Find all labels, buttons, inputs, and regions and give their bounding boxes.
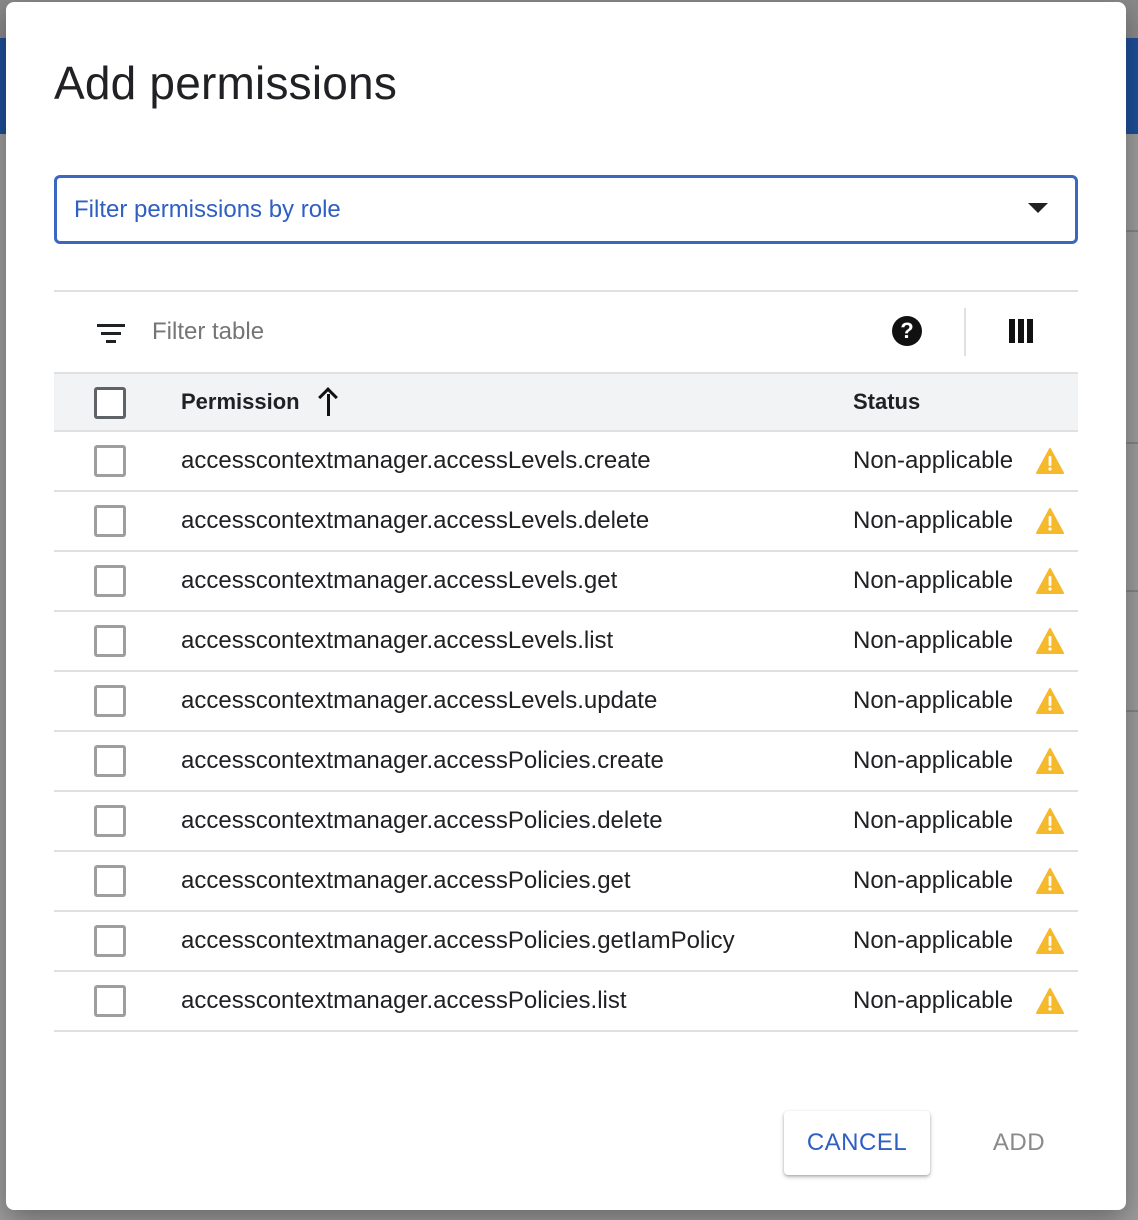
- filter-list-icon[interactable]: [96, 324, 126, 344]
- warning-icon: [1036, 568, 1064, 594]
- row-checkbox[interactable]: [94, 925, 126, 957]
- backdrop-divider: [1126, 590, 1138, 592]
- status-text: Non-applicable: [853, 987, 1014, 1014]
- status-text: Non-applicable: [853, 627, 1014, 654]
- backdrop-divider: [1126, 442, 1138, 444]
- table-body: accesscontextmanager.accessLevels.create…: [54, 432, 1078, 1032]
- row-checkbox[interactable]: [94, 865, 126, 897]
- status-text: Non-applicable: [853, 687, 1014, 714]
- table-row[interactable]: accesscontextmanager.accessPolicies.dele…: [54, 792, 1078, 852]
- warning-icon: [1036, 448, 1064, 474]
- permission-name: accesscontextmanager.accessPolicies.getI…: [181, 927, 735, 954]
- permission-name: accesscontextmanager.accessLevels.create: [181, 447, 651, 474]
- status-text: Non-applicable: [853, 747, 1014, 774]
- status-text: Non-applicable: [853, 867, 1014, 894]
- warning-icon: [1036, 628, 1064, 654]
- row-checkbox[interactable]: [94, 805, 126, 837]
- filter-table-input[interactable]: [152, 312, 652, 352]
- table-row[interactable]: accesscontextmanager.accessLevels.list No…: [54, 612, 1078, 672]
- warning-icon: [1036, 868, 1064, 894]
- sort-ascending-icon[interactable]: [316, 387, 342, 416]
- column-header-status: Status: [853, 389, 921, 414]
- status-text: Non-applicable: [853, 567, 1014, 594]
- role-filter-label: Filter permissions by role: [74, 195, 341, 223]
- role-filter-select[interactable]: Filter permissions by role: [54, 175, 1078, 244]
- row-checkbox[interactable]: [94, 565, 126, 597]
- warning-icon: [1036, 928, 1064, 954]
- status-text: Non-applicable: [853, 927, 1014, 954]
- table-row[interactable]: accesscontextmanager.accessLevels.update…: [54, 672, 1078, 732]
- status-text: Non-applicable: [853, 807, 1014, 834]
- permission-name: accesscontextmanager.accessPolicies.get: [181, 867, 631, 894]
- column-display-icon[interactable]: [1009, 319, 1034, 343]
- row-checkbox[interactable]: [94, 745, 126, 777]
- table-row[interactable]: accesscontextmanager.accessPolicies.list…: [54, 972, 1078, 1032]
- row-checkbox[interactable]: [94, 685, 126, 717]
- row-checkbox[interactable]: [94, 445, 126, 477]
- backdrop-divider: [1126, 710, 1138, 712]
- add-permissions-dialog: Add permissions Filter permissions by ro…: [6, 2, 1126, 1210]
- row-checkbox[interactable]: [94, 985, 126, 1017]
- toolbar-divider: [964, 308, 966, 356]
- help-icon[interactable]: ?: [892, 316, 922, 346]
- status-text: Non-applicable: [853, 507, 1014, 534]
- permission-name: accesscontextmanager.accessLevels.delete: [181, 507, 650, 534]
- table-row[interactable]: accesscontextmanager.accessLevels.create…: [54, 432, 1078, 492]
- warning-icon: [1036, 748, 1064, 774]
- column-header-permission[interactable]: Permission: [181, 389, 300, 415]
- permissions-table: Permission Status accesscontextmanager.a…: [54, 372, 1078, 1032]
- permission-name: accesscontextmanager.accessLevels.get: [181, 567, 618, 594]
- permission-name: accesscontextmanager.accessLevels.update: [181, 687, 658, 714]
- permission-name: accesscontextmanager.accessPolicies.dele…: [181, 807, 663, 834]
- row-checkbox[interactable]: [94, 505, 126, 537]
- table-row[interactable]: accesscontextmanager.accessPolicies.getI…: [54, 912, 1078, 972]
- row-checkbox[interactable]: [94, 625, 126, 657]
- dialog-title: Add permissions: [54, 57, 398, 109]
- warning-icon: [1036, 988, 1064, 1014]
- table-row[interactable]: accesscontextmanager.accessPolicies.crea…: [54, 732, 1078, 792]
- status-text: Non-applicable: [853, 447, 1014, 474]
- warning-icon: [1036, 508, 1064, 534]
- warning-icon: [1036, 688, 1064, 714]
- table-row[interactable]: accesscontextmanager.accessLevels.delete…: [54, 492, 1078, 552]
- permission-name: accesscontextmanager.accessPolicies.list: [181, 987, 627, 1014]
- table-header: Permission Status: [54, 372, 1078, 432]
- table-row[interactable]: accesscontextmanager.accessPolicies.get N…: [54, 852, 1078, 912]
- table-row[interactable]: accesscontextmanager.accessLevels.get Non…: [54, 552, 1078, 612]
- add-button[interactable]: ADD: [966, 1111, 1072, 1175]
- table-toolbar: ?: [54, 290, 1078, 372]
- warning-icon: [1036, 808, 1064, 834]
- cancel-button[interactable]: CANCEL: [784, 1111, 930, 1175]
- backdrop-divider: [1126, 230, 1138, 232]
- select-all-checkbox[interactable]: [94, 387, 126, 419]
- permission-name: accesscontextmanager.accessPolicies.crea…: [181, 747, 664, 774]
- dropdown-arrow-icon: [1028, 203, 1048, 213]
- permission-name: accesscontextmanager.accessLevels.list: [181, 627, 614, 654]
